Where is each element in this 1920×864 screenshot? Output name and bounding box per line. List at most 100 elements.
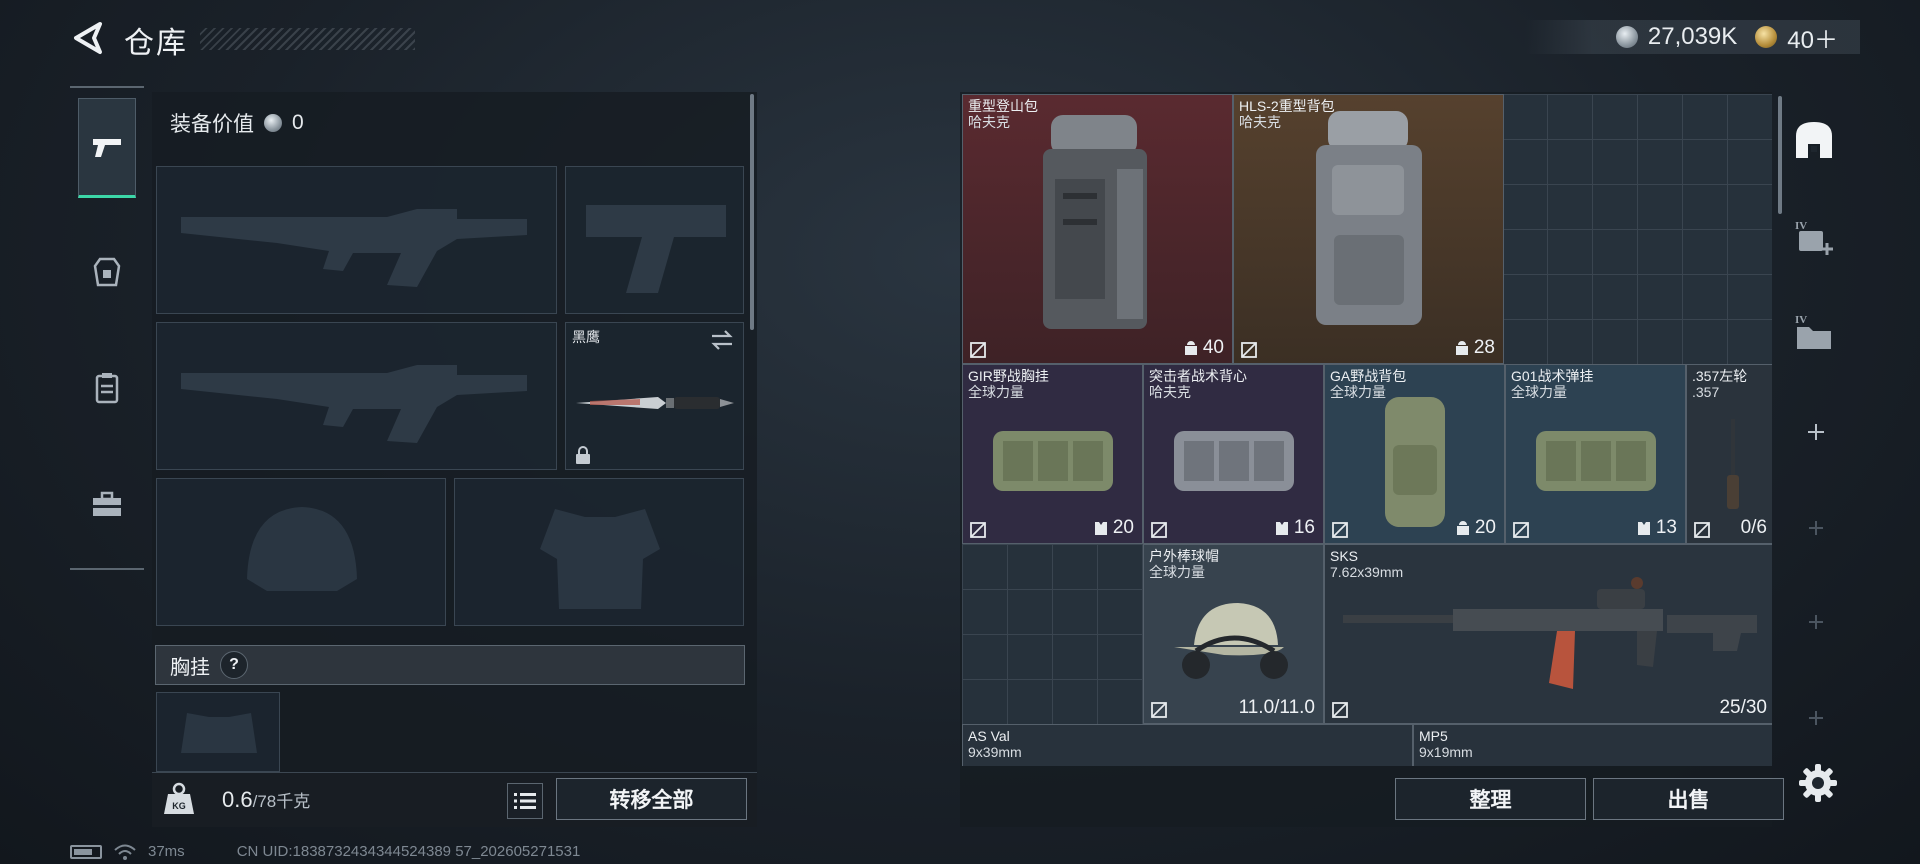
add-storage-icon: IV — [1795, 220, 1833, 255]
weight-current: 0.6 — [222, 787, 253, 812]
pistol-slot[interactable] — [565, 166, 744, 314]
no-insure-icon — [1241, 342, 1257, 358]
item-count-value: 25/30 — [1719, 697, 1767, 718]
item-count: 20 — [1455, 517, 1496, 539]
svg-text:KG: KG — [172, 801, 186, 811]
inventory-scrollbar[interactable] — [1778, 96, 1782, 214]
lock-icon — [576, 446, 590, 464]
storage-icon — [1796, 122, 1832, 158]
item-count-value: 0/6 — [1740, 517, 1767, 538]
expand-storage-button[interactable]: IV — [1792, 214, 1838, 260]
battery-icon — [70, 844, 102, 859]
chest-rig-slot[interactable] — [156, 692, 280, 772]
item-count: 11.0/11.0 — [1239, 697, 1315, 719]
vest-icon — [1094, 522, 1107, 535]
item-subtitle: 9x39mm — [968, 744, 1022, 760]
inventory-item[interactable]: 突击者战术背心 哈夫克 16 — [1143, 364, 1324, 544]
tab-armor[interactable] — [78, 222, 136, 322]
folder-icon: IV — [1795, 314, 1831, 349]
no-insure-icon — [1332, 522, 1348, 538]
item-name: AS Val — [968, 728, 1010, 744]
inventory-item[interactable]: GIR野战胸挂 全球力量 20 — [962, 364, 1143, 544]
back-button[interactable] — [70, 20, 106, 56]
storage-tab-button[interactable] — [1790, 116, 1838, 164]
ammo-rig-image — [1536, 431, 1656, 491]
plus-icon — [1808, 424, 1824, 440]
svg-text:IV: IV — [1795, 220, 1807, 232]
equipment-tab-column — [70, 86, 144, 570]
add-container-button[interactable] — [1798, 414, 1834, 450]
toolbox-icon — [93, 491, 121, 516]
armor-icon — [93, 257, 121, 287]
secondary-weapon-slot[interactable] — [156, 322, 557, 470]
item-count: 40 — [1183, 337, 1224, 359]
item-name: .357左轮 — [1692, 368, 1748, 384]
inventory-item[interactable]: G01战术弹挂 全球力量 13 — [1505, 364, 1686, 544]
no-insure-icon — [1151, 702, 1167, 718]
uid-text: CN UID:1838732434344524389 57_2026052715… — [236, 843, 581, 860]
item-count: 20 — [1093, 517, 1134, 539]
item-subtitle: 全球力量 — [1149, 564, 1205, 580]
tab-rig[interactable] — [78, 338, 136, 438]
armor-slot[interactable] — [454, 478, 744, 626]
folder-storage-button[interactable]: IV — [1792, 308, 1838, 354]
chest-rig-header: 胸挂 ? — [155, 645, 745, 685]
help-icon[interactable]: ? — [220, 651, 248, 679]
no-insure-icon — [1513, 522, 1529, 538]
item-name: 户外棒球帽 — [1149, 548, 1219, 564]
no-insure-icon — [1694, 522, 1710, 538]
item-name: GA野战背包 — [1330, 368, 1407, 384]
equipment-value-label: 装备价值 — [170, 113, 254, 136]
item-subtitle: 9x19mm — [1419, 744, 1473, 760]
helmet-slot[interactable] — [156, 478, 446, 626]
gold-amount[interactable]: 40＋ — [1787, 20, 1838, 55]
item-subtitle: 哈夫克 — [1239, 114, 1281, 130]
item-count-value: 13 — [1655, 517, 1677, 538]
bag-icon — [1456, 521, 1469, 535]
tab-toolbox[interactable] — [78, 454, 136, 554]
knife-icon — [576, 397, 734, 409]
plus-icon — [1809, 521, 1823, 535]
inventory-item[interactable]: SKS 7.62x39mm 25/30 — [1324, 544, 1772, 724]
inventory-item[interactable]: .357左轮 .357 0/6 — [1686, 364, 1772, 544]
chest-rig-image — [993, 431, 1113, 491]
melee-slot[interactable]: 黑鹰 — [565, 322, 744, 470]
inventory-item[interactable]: AS Val 9x39mm — [962, 724, 1413, 766]
tab-weapons[interactable] — [78, 98, 136, 198]
melee-label: 黑鹰 — [572, 329, 600, 345]
rifle-silhouette-icon — [181, 365, 527, 443]
tactical-vest-image — [1174, 431, 1294, 491]
revolver-image — [1727, 419, 1739, 509]
inventory-item[interactable]: MP5 9x19mm — [1413, 724, 1772, 766]
inventory-item[interactable]: GA野战背包 全球力量 20 — [1324, 364, 1505, 544]
bag-icon — [1455, 341, 1468, 355]
inventory-item[interactable]: HLS-2重型背包 哈夫克 28 — [1233, 94, 1504, 364]
inventory-item[interactable]: 重型登山包 哈夫克 40 — [962, 94, 1233, 364]
item-subtitle: 全球力量 — [1511, 384, 1567, 400]
inventory-item[interactable]: 户外棒球帽 全球力量 11.0/11.0 — [1143, 544, 1324, 724]
transfer-all-button[interactable]: 转移全部 — [556, 778, 747, 820]
item-subtitle: 全球力量 — [968, 384, 1024, 400]
armor-silhouette-icon — [540, 509, 660, 609]
vest-icon — [1637, 522, 1650, 535]
equipment-scrollbar[interactable] — [750, 94, 754, 330]
rifle-silhouette-icon — [181, 209, 527, 287]
back-arrow-icon — [74, 22, 102, 54]
primary-weapon-slot[interactable] — [156, 166, 557, 314]
no-insure-icon — [1151, 522, 1167, 538]
swap-icon[interactable] — [709, 329, 735, 351]
sort-button[interactable]: 整理 — [1395, 778, 1586, 820]
item-name: MP5 — [1419, 728, 1448, 744]
list-view-button[interactable] — [507, 783, 543, 819]
settings-button[interactable] — [1795, 760, 1841, 806]
pistol-silhouette-icon — [586, 205, 726, 293]
silver-coin-icon — [1615, 26, 1638, 48]
backpack-image — [1043, 115, 1147, 329]
item-name: SKS — [1330, 548, 1359, 564]
sell-button[interactable]: 出售 — [1593, 778, 1784, 820]
rig-icon — [95, 373, 119, 404]
gold-coin-icon — [1755, 26, 1778, 48]
vest-icon — [1275, 522, 1288, 535]
ping-value: 37ms — [148, 843, 185, 860]
silver-coin-icon — [264, 114, 282, 132]
